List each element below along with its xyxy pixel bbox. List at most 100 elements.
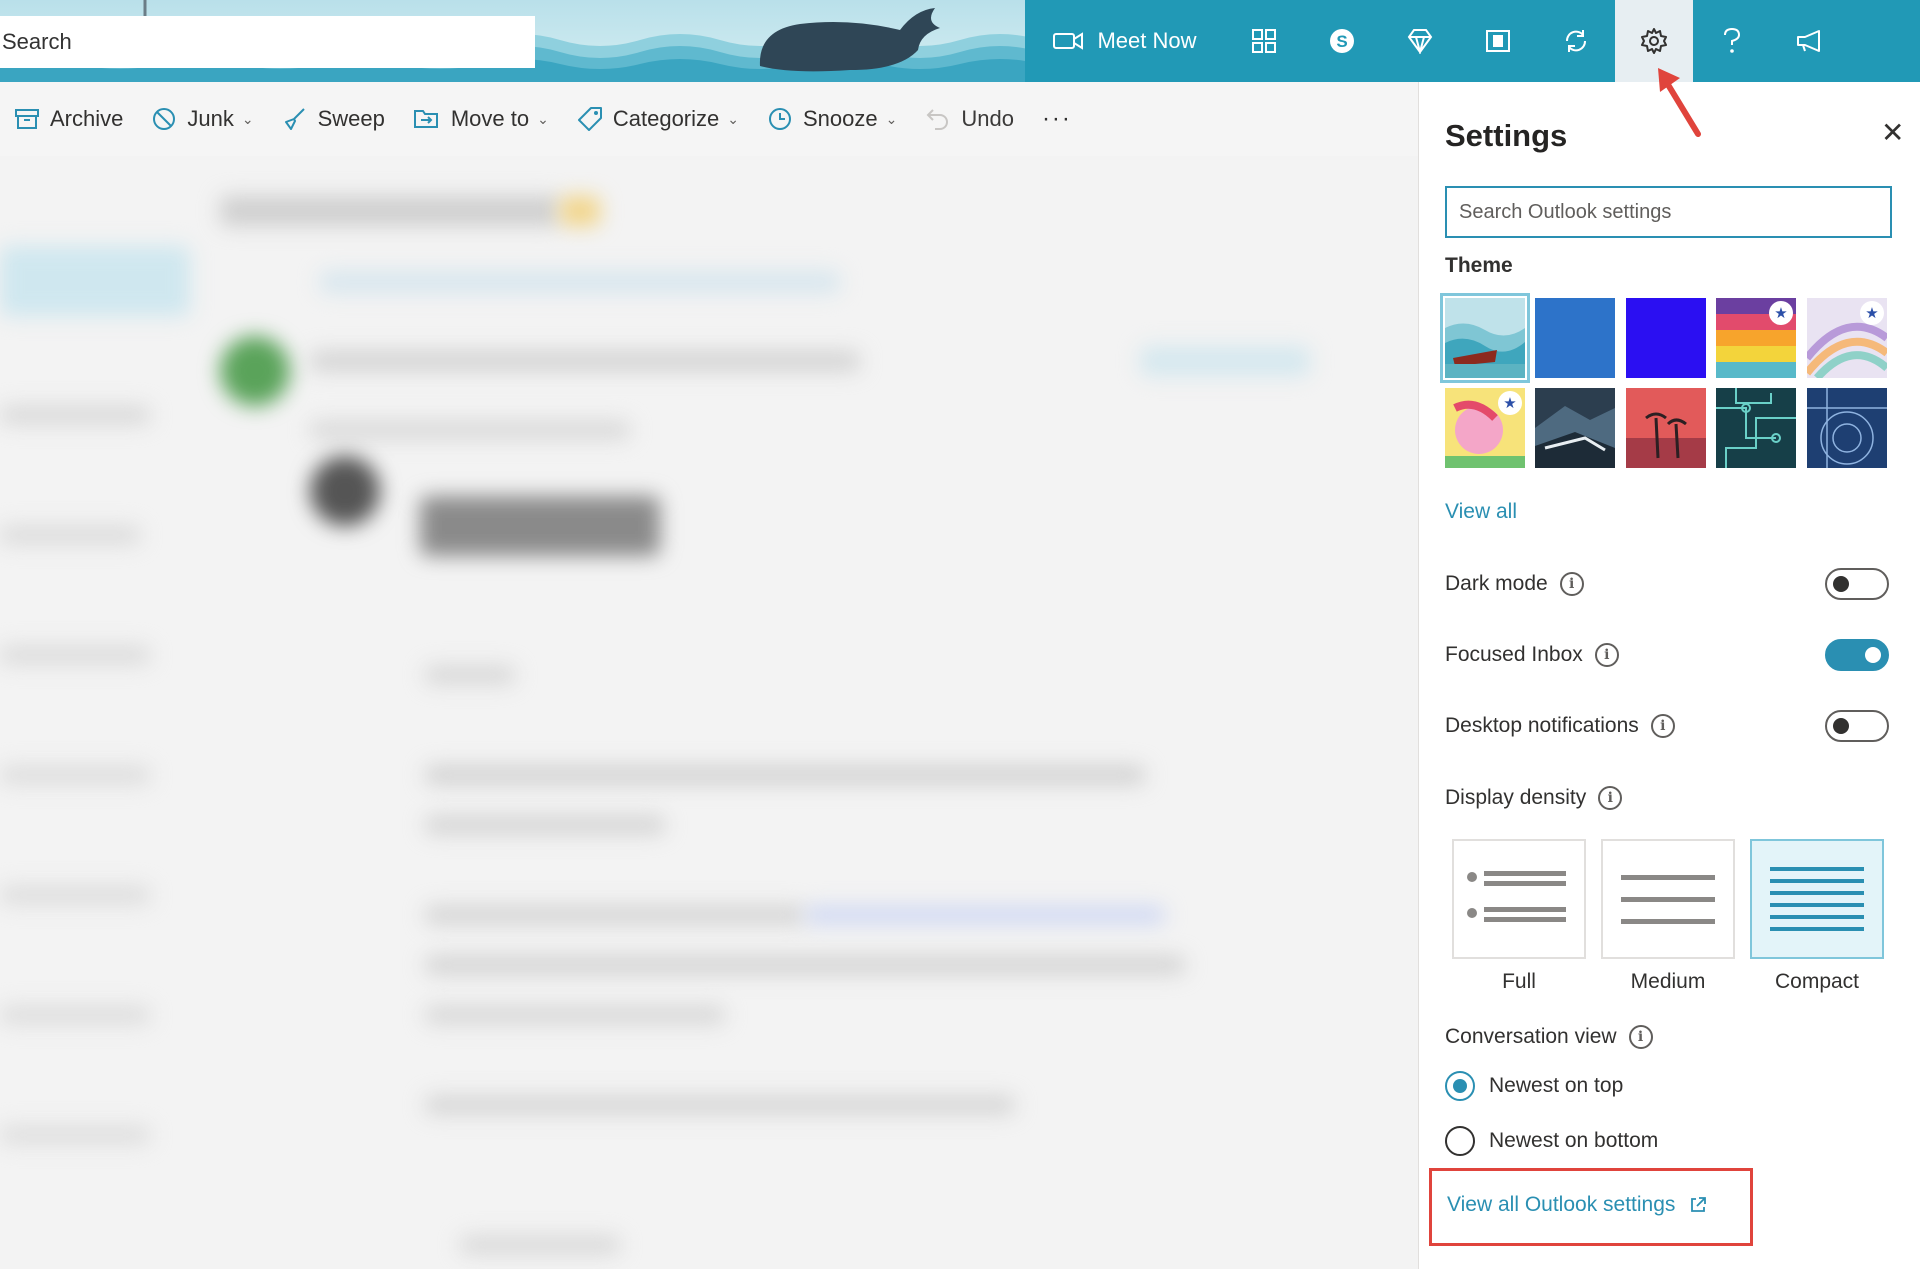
- tag-icon: [577, 107, 602, 131]
- more-icon: ···: [1041, 105, 1072, 132]
- blurred-action: [1140, 346, 1310, 376]
- desktop-notifications-toggle[interactable]: [1825, 710, 1889, 742]
- info-icon[interactable]: i: [1594, 643, 1619, 667]
- sync-button[interactable]: [1537, 0, 1615, 82]
- star-icon: ★: [1860, 301, 1884, 325]
- newest-on-bottom-option[interactable]: Newest on bottom: [1445, 1126, 1658, 1156]
- chevron-down-icon: ⌄: [241, 110, 254, 127]
- skype-icon: S: [1330, 29, 1354, 53]
- blurred-badge: [560, 196, 600, 226]
- dark-mode-label: Dark mode: [1445, 572, 1548, 595]
- blurred-logo: [310, 456, 380, 526]
- density-compact-option[interactable]: [1750, 839, 1884, 959]
- categorize-label: Categorize: [612, 106, 720, 131]
- block-icon: [153, 108, 176, 130]
- desktop-notifications-label: Desktop notifications: [1445, 714, 1639, 737]
- star-icon: ★: [1769, 301, 1793, 325]
- feedback-button[interactable]: [1771, 0, 1849, 82]
- blurred-text-2: [425, 766, 1145, 784]
- blurred-heading: [420, 496, 660, 556]
- apps-grid-icon: [1252, 29, 1276, 53]
- blurred-link: [320, 271, 840, 293]
- settings-search-input[interactable]: [1445, 186, 1892, 238]
- office-button[interactable]: [1459, 0, 1537, 82]
- video-camera-icon: [1053, 32, 1084, 50]
- sync-icon: [1565, 30, 1587, 52]
- toggle-knob: [1833, 576, 1849, 592]
- focused-inbox-label: Focused Inbox: [1445, 643, 1583, 666]
- dark-mode-toggle[interactable]: [1825, 568, 1889, 600]
- sweep-button[interactable]: Sweep: [282, 106, 385, 132]
- display-density-label: Display density: [1445, 786, 1587, 809]
- blurred-text-8: [460, 1236, 620, 1254]
- newest-on-top-label: Newest on top: [1489, 1074, 1624, 1097]
- move-to-button[interactable]: Move to ⌄: [413, 106, 549, 132]
- theme-unicorn[interactable]: ★: [1445, 388, 1525, 468]
- meet-now-button[interactable]: Meet Now: [1025, 0, 1225, 82]
- blurred-text-6: [425, 1006, 725, 1024]
- sweep-label: Sweep: [317, 106, 385, 131]
- info-icon[interactable]: i: [1559, 572, 1584, 596]
- theme-palm-sunset[interactable]: [1626, 388, 1706, 468]
- feedback-icon: [1797, 30, 1820, 52]
- view-all-settings-highlight: View all Outlook settings: [1429, 1168, 1753, 1246]
- density-compact-icon: [1770, 867, 1864, 931]
- junk-button[interactable]: Junk ⌄: [151, 106, 254, 132]
- premium-diamond-icon: [1407, 29, 1433, 54]
- view-all-outlook-settings-label: View all Outlook settings: [1447, 1193, 1676, 1216]
- density-compact-label: Compact: [1774, 970, 1860, 993]
- radio-button[interactable]: [1445, 1071, 1475, 1101]
- theme-purple-blue[interactable]: [1626, 298, 1706, 378]
- theme-pastel-swirl[interactable]: ★: [1807, 298, 1887, 378]
- archive-button[interactable]: Archive: [14, 106, 123, 132]
- blurred-sender: [310, 351, 860, 371]
- conversation-view-label: Conversation view: [1445, 1025, 1617, 1048]
- snooze-button[interactable]: Snooze ⌄: [767, 106, 897, 132]
- theme-mountains[interactable]: [1535, 388, 1615, 468]
- theme-rainbow-stripes[interactable]: ★: [1716, 298, 1796, 378]
- theme-blue[interactable]: [1535, 298, 1615, 378]
- app-header: Search Meet Now S: [0, 0, 1920, 82]
- close-icon[interactable]: ✕: [1881, 116, 1904, 149]
- theme-whale-waves[interactable]: [1440, 293, 1530, 383]
- info-icon[interactable]: i: [1598, 786, 1623, 810]
- gear-icon: [1641, 28, 1667, 54]
- chevron-down-icon: ⌄: [727, 110, 739, 127]
- theme-blueprint[interactable]: [1807, 388, 1887, 468]
- blurred-text-4: [425, 906, 805, 924]
- info-icon[interactable]: i: [1650, 714, 1675, 738]
- undo-button[interactable]: Undo: [925, 106, 1014, 132]
- settings-title: Settings: [1445, 118, 1568, 153]
- broom-icon: [284, 108, 305, 130]
- density-medium-option[interactable]: [1601, 839, 1735, 959]
- command-bar: Archive Junk ⌄ Sweep Move to ⌄ Categoriz…: [0, 82, 1418, 156]
- blurred-folder-7: [0, 1126, 150, 1144]
- blurred-subject: [220, 196, 560, 226]
- theme-circuit[interactable]: [1716, 388, 1796, 468]
- chevron-down-icon: ⌄: [537, 110, 549, 127]
- chevron-down-icon: ⌄: [885, 110, 898, 127]
- theme-label: Theme: [1445, 254, 1513, 277]
- annotation-arrow-icon: [1658, 68, 1701, 137]
- premium-button[interactable]: [1381, 0, 1459, 82]
- blurred-folder-selected: [0, 246, 190, 316]
- blurred-folder-4: [0, 766, 150, 784]
- folder-move-icon: [413, 110, 438, 128]
- blurred-text-link: [805, 906, 1165, 924]
- newest-on-top-option[interactable]: Newest on top: [1445, 1071, 1623, 1101]
- dark-mode-row: Dark mode i: [1445, 572, 1584, 596]
- more-options-button[interactable]: ···: [1042, 105, 1072, 133]
- density-full-option[interactable]: [1452, 839, 1586, 959]
- star-icon: ★: [1498, 391, 1522, 415]
- radio-button[interactable]: [1445, 1126, 1475, 1156]
- view-all-themes-link[interactable]: View all: [1445, 500, 1517, 524]
- apps-button[interactable]: [1225, 0, 1303, 82]
- info-icon[interactable]: i: [1628, 1025, 1653, 1049]
- skype-button[interactable]: S: [1303, 0, 1381, 82]
- archive-icon: [15, 109, 39, 129]
- categorize-button[interactable]: Categorize ⌄: [577, 106, 739, 132]
- focused-inbox-toggle[interactable]: [1825, 639, 1889, 671]
- view-all-outlook-settings-link[interactable]: View all Outlook settings: [1447, 1193, 1707, 1217]
- clock-icon: [768, 108, 791, 130]
- search-box[interactable]: Search: [0, 16, 535, 68]
